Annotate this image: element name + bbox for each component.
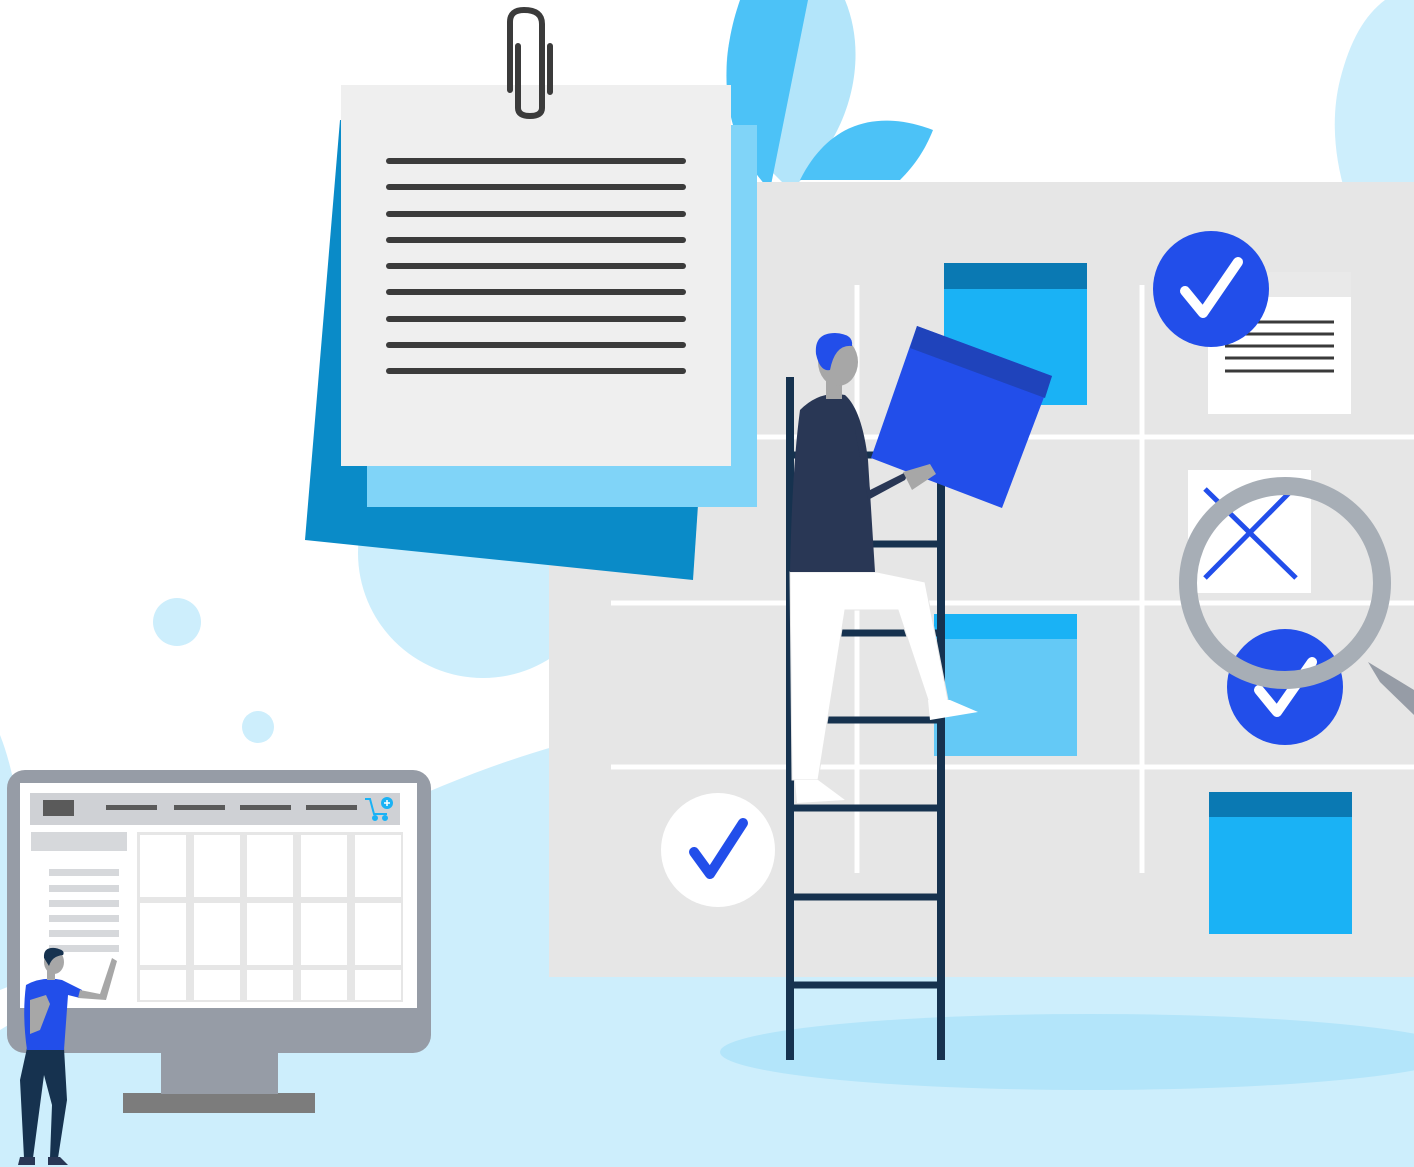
product-tile	[194, 835, 240, 897]
check-badge-filled	[1153, 231, 1269, 347]
monitor-stand-neck	[161, 1050, 278, 1094]
product-tile	[140, 835, 186, 897]
product-tile	[194, 903, 240, 965]
product-tile	[301, 903, 347, 965]
board-card	[934, 614, 1077, 756]
card-header	[944, 263, 1087, 289]
product-tile	[301, 835, 347, 897]
product-tile	[301, 970, 347, 1000]
product-tile	[355, 970, 401, 1000]
monitor-stand-base	[123, 1093, 315, 1113]
product-tile	[247, 903, 293, 965]
check-badge-outline	[661, 793, 775, 907]
planning-illustration	[0, 0, 1414, 1167]
product-tile	[355, 903, 401, 965]
webpage-nav-item	[240, 805, 291, 810]
webpage-nav-item	[106, 805, 157, 810]
product-tile	[247, 835, 293, 897]
webpage-sidebar-header	[31, 832, 127, 851]
webpage-logo	[43, 800, 74, 816]
sticky-note-front	[341, 85, 731, 466]
product-tile	[140, 903, 186, 965]
webpage-sidebar-item	[49, 900, 119, 907]
bubble-small	[153, 598, 201, 646]
board-card	[1209, 792, 1352, 934]
webpage-nav-item	[306, 805, 357, 810]
webpage-product-tiles	[140, 835, 401, 1000]
card-header	[1209, 792, 1352, 817]
webpage-sidebar-item	[49, 930, 119, 937]
product-tile	[247, 970, 293, 1000]
product-tile	[355, 835, 401, 897]
webpage-sidebar-item	[49, 915, 119, 922]
product-tile	[194, 970, 240, 1000]
product-tile	[140, 970, 186, 1000]
webpage-sidebar-item	[49, 885, 119, 892]
card-header	[934, 614, 1077, 639]
sticky-note-stack	[305, 7, 757, 580]
bubble-tiny	[242, 711, 274, 743]
webpage-sidebar-item	[49, 869, 119, 876]
webpage-nav-item	[174, 805, 225, 810]
